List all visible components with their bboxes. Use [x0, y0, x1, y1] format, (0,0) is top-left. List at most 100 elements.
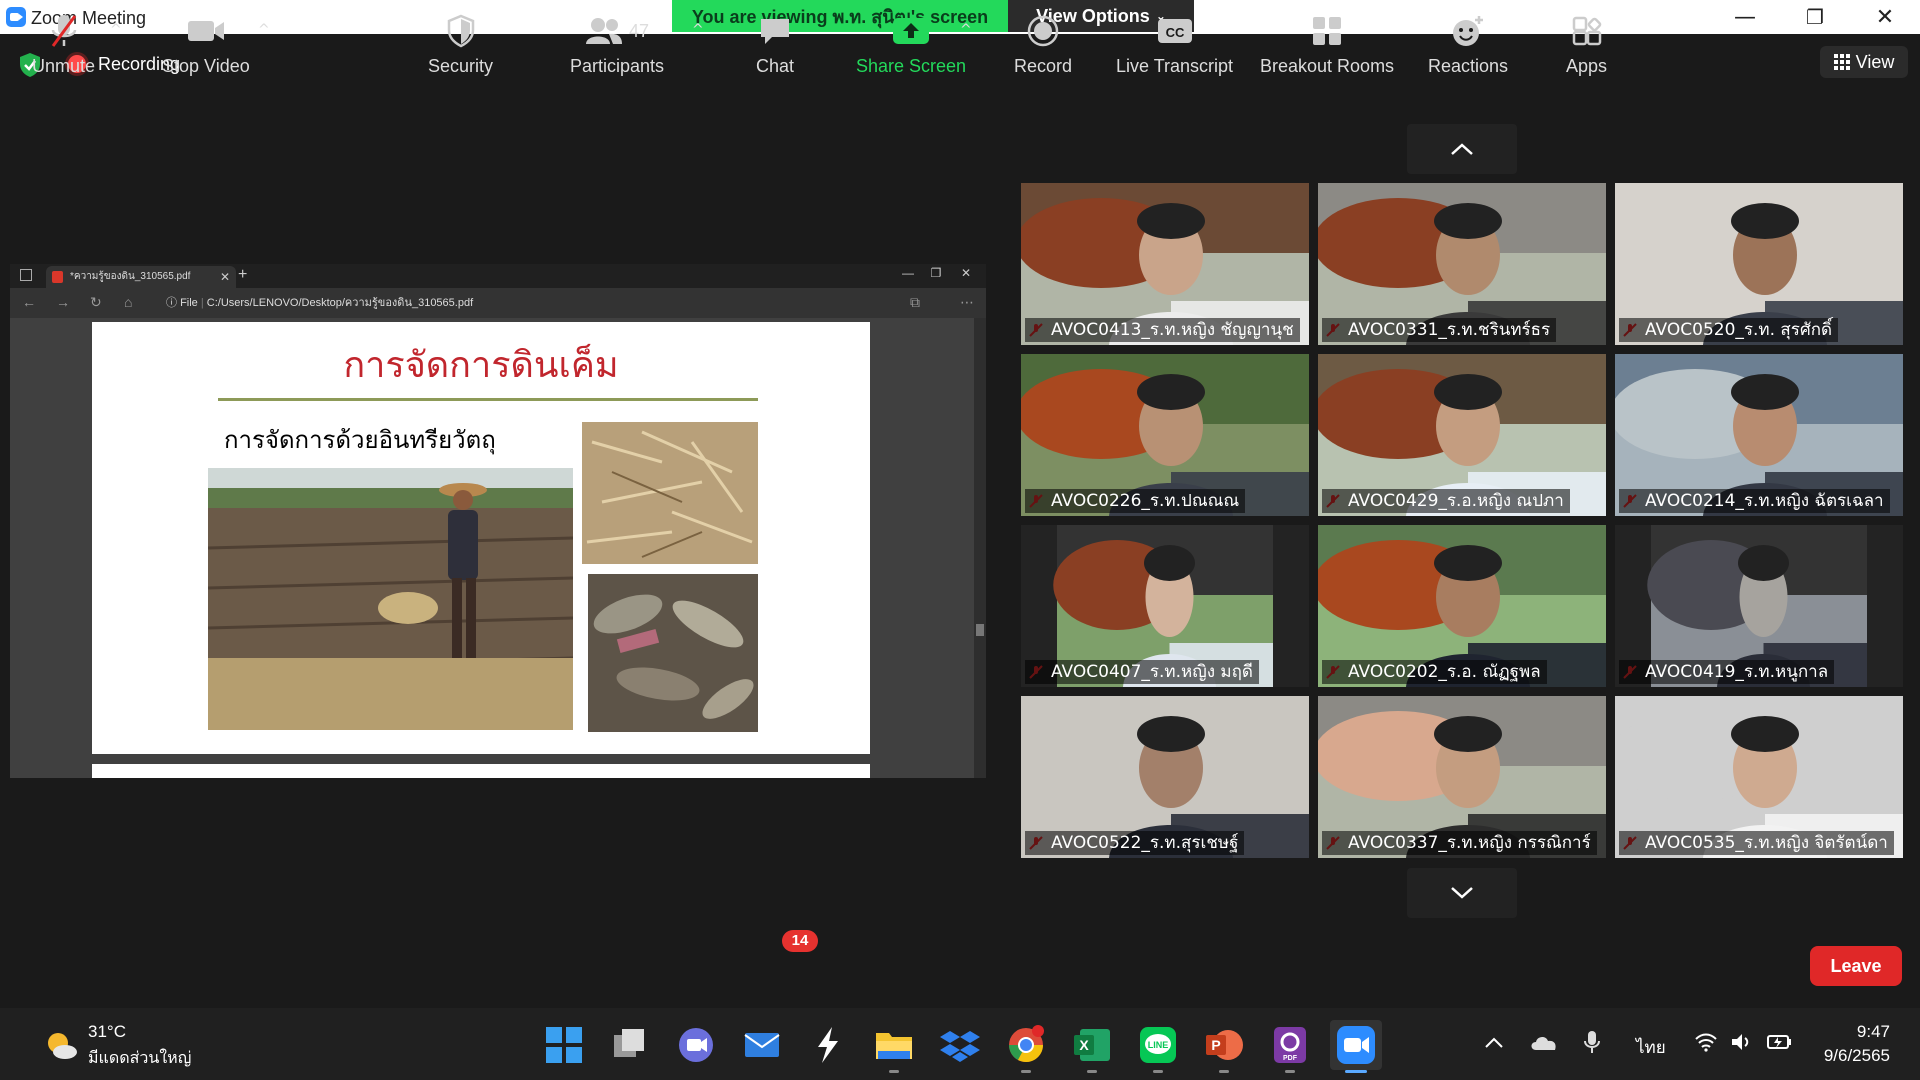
microphone-in-use-icon[interactable] — [1584, 1030, 1600, 1054]
reactions-button[interactable]: Reactions — [1428, 10, 1508, 77]
tab-actions-icon[interactable] — [20, 269, 32, 281]
browser-minimize-icon[interactable]: — — [894, 266, 922, 280]
live-transcript-button[interactable]: CC Live Transcript — [1116, 10, 1233, 77]
show-hidden-icons-chevron-icon[interactable] — [1484, 1036, 1504, 1050]
browser-tab[interactable]: *ความรู้ของดิน_310565.pdf ✕ — [46, 266, 236, 288]
taskbar-app-button[interactable] — [1006, 1025, 1046, 1065]
closed-caption-icon: CC — [1157, 19, 1192, 43]
participant-tile[interactable]: AVOC0226_ร.ท.ปณณณ — [1021, 354, 1309, 516]
participant-tile[interactable]: AVOC0520_ร.ท. สุรศักดิ์ — [1615, 183, 1903, 345]
participant-tile[interactable]: AVOC0419_ร.ท.หนูกาล — [1615, 525, 1903, 687]
breakout-rooms-button[interactable]: Breakout Rooms — [1260, 10, 1394, 77]
taskbar-running-indicator — [889, 1070, 899, 1073]
participant-tile[interactable]: AVOC0337_ร.ท.หญิง กรรณิการ์ — [1318, 696, 1606, 858]
breakout-rooms-label: Breakout Rooms — [1260, 56, 1395, 76]
clock-time[interactable]: 9:47 — [1820, 1022, 1890, 1042]
svg-text:PDF: PDF — [1283, 1055, 1298, 1062]
participant-tile[interactable]: AVOC0535_ร.ท.หญิง จิตรัตน์ดา — [1615, 696, 1903, 858]
participant-tile[interactable]: AVOC0407_ร.ท.หญิง มฤดี — [1021, 525, 1309, 687]
participant-name: AVOC0337_ร.ท.หญิง กรรณิการ์ — [1322, 831, 1597, 855]
reactions-smiley-icon — [1453, 16, 1484, 46]
weather-sun-cloud-icon[interactable] — [44, 1030, 78, 1060]
stop-video-button[interactable]: Stop Video — [162, 10, 250, 77]
home-icon[interactable]: ⌂ — [124, 294, 132, 310]
wifi-icon[interactable] — [1694, 1032, 1718, 1052]
participant-tile[interactable]: AVOC0202_ร.อ. ณัฏฐพล — [1318, 525, 1606, 687]
close-button[interactable]: ✕ — [1850, 0, 1920, 34]
more-options-icon[interactable]: ⋯ — [960, 294, 974, 311]
participant-tile[interactable]: AVOC0429_ร.อ.หญิง ณปภา — [1318, 354, 1606, 516]
windows-start-icon — [546, 1027, 582, 1063]
stop-video-label: Stop Video — [162, 56, 250, 76]
taskbar-app-button[interactable] — [940, 1025, 980, 1065]
minimize-button[interactable]: — — [1710, 0, 1780, 34]
forward-icon[interactable]: → — [56, 294, 70, 310]
close-tab-icon[interactable]: ✕ — [220, 266, 230, 288]
taskbar-app-button[interactable] — [808, 1025, 848, 1065]
volume-icon[interactable] — [1730, 1032, 1754, 1052]
unmute-button[interactable]: Unmute — [32, 10, 95, 77]
security-shield-icon — [447, 14, 474, 48]
participant-tile[interactable]: AVOC0214_ร.ท.หญิง ฉัตรเฉลา — [1615, 354, 1903, 516]
pdf-scrollbar[interactable] — [974, 318, 986, 778]
zoom-icon — [1337, 1026, 1375, 1064]
farmer-field-photo — [208, 468, 573, 730]
browser-restore-icon[interactable]: ❐ — [922, 266, 950, 280]
participants-button[interactable]: 47 Participants — [570, 10, 664, 77]
lightning-app-icon — [818, 1027, 838, 1063]
weather-description[interactable]: มีแดดส่วนใหญ่ — [88, 1046, 191, 1071]
chevron-up-icon — [1451, 143, 1473, 155]
leave-button[interactable]: Leave — [1810, 946, 1902, 986]
taskbar-app-button[interactable]: PDF — [1270, 1025, 1310, 1065]
share-screen-icon — [893, 18, 930, 44]
straw-photo — [582, 422, 758, 564]
taskbar-app-button[interactable] — [676, 1025, 716, 1065]
audio-options-caret[interactable]: ^ — [110, 22, 122, 38]
onedrive-cloud-icon[interactable] — [1530, 1034, 1558, 1052]
taskbar-app-button[interactable] — [610, 1025, 650, 1065]
view-label: View — [1855, 51, 1895, 72]
chat-button[interactable]: Chat — [756, 10, 794, 77]
view-button[interactable]: View — [1820, 46, 1908, 78]
participants-options-caret[interactable]: ^ — [692, 22, 704, 38]
taskbar-app-button[interactable] — [1330, 1020, 1382, 1070]
grid-page-down-button[interactable] — [1407, 868, 1517, 918]
share-options-caret[interactable]: ^ — [960, 22, 972, 38]
weather-temperature[interactable]: 31°C — [88, 1022, 126, 1042]
participant-tile[interactable]: AVOC0522_ร.ท.สุรเชษฐ์ — [1021, 696, 1309, 858]
maximize-button[interactable]: ❐ — [1780, 0, 1850, 34]
taskbar-running-indicator — [1345, 1070, 1367, 1073]
grid-view-icon — [1833, 54, 1850, 70]
record-button[interactable]: Record — [1014, 10, 1072, 77]
participant-tile[interactable]: AVOC0331_ร.ท.ชรินทร์ธร — [1318, 183, 1606, 345]
taskbar-app-button[interactable]: P — [1204, 1025, 1244, 1065]
collections-icon[interactable]: ⧉ — [910, 294, 920, 311]
address-prefix: File — [180, 297, 198, 309]
svg-text:LINE: LINE — [1148, 1040, 1169, 1050]
input-language-indicator[interactable]: ไทย — [1636, 1034, 1666, 1061]
new-tab-icon[interactable]: + — [238, 266, 247, 284]
taskbar-app-button[interactable] — [544, 1025, 584, 1065]
video-options-caret[interactable]: ^ — [258, 22, 270, 38]
taskbar-app-button[interactable]: LINE — [1138, 1025, 1178, 1065]
participant-tile[interactable]: AVOC0413_ร.ท.หญิง ชัญญานุช — [1021, 183, 1309, 345]
refresh-icon[interactable]: ↻ — [90, 294, 102, 311]
powerpoint-icon: P — [1206, 1030, 1243, 1060]
grid-page-up-button[interactable] — [1407, 124, 1517, 174]
taskbar-app-button[interactable] — [874, 1025, 914, 1065]
apps-button[interactable]: Apps — [1566, 10, 1607, 77]
pdf-scroll-thumb[interactable] — [976, 624, 984, 636]
participants-label: Participants — [570, 56, 665, 76]
taskbar-running-indicator — [1087, 1070, 1097, 1073]
taskbar-app-button[interactable]: X — [1072, 1025, 1112, 1065]
address-bar[interactable]: ⓘ File | C:/Users/LENOVO/Desktop/ความรู้… — [166, 292, 946, 314]
clock-date[interactable]: 9/6/2565 — [1800, 1046, 1890, 1066]
battery-charging-icon[interactable] — [1766, 1032, 1792, 1052]
back-icon[interactable]: ← — [22, 294, 36, 310]
slide-divider — [218, 398, 758, 401]
pdf-app-icon: PDF — [1274, 1027, 1306, 1063]
browser-close-icon[interactable]: ✕ — [952, 266, 980, 280]
taskbar-app-button[interactable] — [742, 1025, 782, 1065]
security-button[interactable]: Security — [428, 10, 493, 77]
share-screen-button[interactable]: Share Screen — [856, 10, 966, 77]
